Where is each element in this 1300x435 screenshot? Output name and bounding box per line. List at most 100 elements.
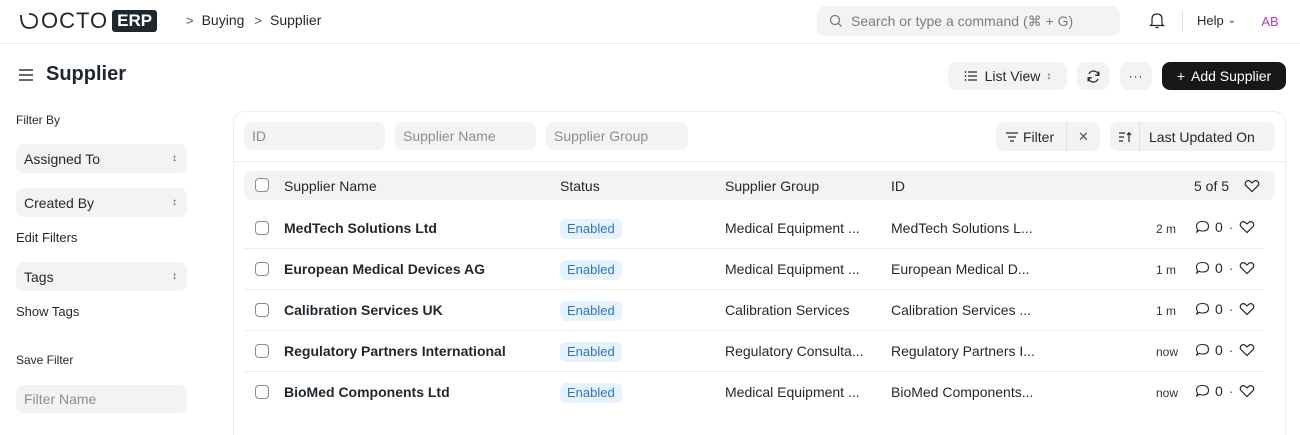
status-badge: Enabled [560, 260, 622, 280]
row-checkbox[interactable] [255, 385, 269, 399]
column-header-status: Status [560, 178, 600, 194]
avatar[interactable]: AB [1256, 8, 1284, 34]
notifications-button[interactable] [1149, 11, 1165, 32]
supplier-group-filter-input[interactable]: Supplier Group [546, 122, 688, 150]
row-checkbox[interactable] [255, 262, 269, 276]
sort-icon [1118, 131, 1131, 142]
more-actions-button[interactable]: ··· [1120, 62, 1152, 90]
result-count: 5 of 5 [1194, 178, 1230, 194]
heart-icon[interactable] [1239, 261, 1255, 275]
table-header: Supplier Name Status Supplier Group ID 5… [244, 171, 1275, 200]
row-checkbox[interactable] [255, 221, 269, 235]
modified-time: now [1156, 386, 1179, 400]
supplier-name[interactable]: MedTech Solutions Ltd [284, 220, 437, 236]
filter-name-input[interactable]: Filter Name [16, 385, 187, 413]
created-by-label: Created By [24, 194, 95, 211]
breadcrumb: > Buying > Supplier [186, 12, 331, 28]
refresh-icon [1087, 69, 1099, 83]
supplier-name[interactable]: Regulatory Partners International [284, 343, 506, 359]
clear-filter-icon[interactable]: ✕ [1067, 129, 1100, 145]
comment-icon [1195, 384, 1210, 398]
assigned-to-label: Assigned To [24, 150, 101, 167]
filter-by-label: Filter By [16, 113, 61, 127]
heart-icon[interactable] [1244, 179, 1260, 193]
comment-count-value: 0 [1215, 260, 1223, 276]
search-icon [829, 14, 842, 27]
filter-button[interactable]: Filter ✕ [996, 122, 1100, 151]
sidebar-toggle[interactable] [18, 68, 34, 85]
supplier-name[interactable]: Calibration Services UK [284, 302, 443, 318]
hamburger-icon [19, 69, 33, 81]
tags-select[interactable]: Tags ↕ [16, 262, 187, 291]
updown-icon: ↕ [172, 197, 177, 208]
created-by-select[interactable]: Created By ↕ [16, 188, 187, 217]
supplier-group: Medical Equipment ... [725, 220, 860, 236]
list-icon [964, 70, 978, 82]
app-logo[interactable]: OCTO ERP [18, 9, 158, 33]
breadcrumb-buying[interactable]: Buying [202, 12, 245, 28]
column-header-id: ID [891, 178, 905, 194]
table-row[interactable]: Regulatory Partners International Enabled… [244, 331, 1264, 372]
navbar-divider [1182, 10, 1183, 32]
logo-mark-icon [20, 13, 38, 29]
supplier-group: Medical Equipment ... [725, 384, 860, 400]
table-row[interactable]: Calibration Services UK Enabled Calibratio… [244, 290, 1264, 331]
updown-icon: ↕ [172, 153, 177, 164]
heart-icon[interactable] [1239, 384, 1255, 398]
assigned-to-select[interactable]: Assigned To ↕ [16, 144, 187, 173]
filter-label: Filter [1023, 128, 1055, 145]
separator-dot: · [1228, 219, 1234, 235]
modified-time: 1 m [1156, 304, 1177, 318]
logo-badge: ERP [112, 10, 158, 32]
search-bar[interactable]: Search or type a command (⌘ + G) [817, 6, 1120, 36]
edit-filters-link[interactable]: Edit Filters [16, 230, 77, 245]
show-tags-link[interactable]: Show Tags [16, 304, 79, 319]
modified-time: now [1156, 345, 1179, 359]
heart-icon[interactable] [1239, 302, 1255, 316]
sort-label: Last Updated On [1149, 128, 1255, 145]
breadcrumb-supplier[interactable]: Supplier [270, 12, 321, 28]
chevron-right-icon: > [254, 12, 262, 28]
add-supplier-button[interactable]: + Add Supplier [1162, 62, 1286, 90]
supplier-name[interactable]: European Medical Devices AG [284, 261, 485, 277]
row-checkbox[interactable] [255, 303, 269, 317]
navbar: OCTO ERP > Buying > Supplier Search or t… [0, 0, 1300, 44]
heart-icon[interactable] [1239, 220, 1255, 234]
record-id: Calibration Services ... [891, 302, 1032, 318]
comment-count[interactable]: 0 · [1195, 219, 1255, 235]
record-id: BioMed Components... [891, 384, 1034, 400]
select-all-checkbox[interactable] [255, 178, 269, 192]
supplier-name[interactable]: BioMed Components Ltd [284, 384, 450, 400]
column-header-group: Supplier Group [725, 178, 820, 194]
supplier-name-filter-input[interactable]: Supplier Name [395, 122, 536, 150]
table-row[interactable]: BioMed Components Ltd Enabled Medical Equi… [244, 372, 1264, 413]
chevron-right-icon: > [186, 12, 194, 28]
comment-count[interactable]: 0 · [1195, 301, 1255, 317]
comment-count[interactable]: 0 · [1195, 383, 1255, 399]
supplier-group: Regulatory Consulta... [725, 343, 864, 359]
table-row[interactable]: MedTech Solutions Ltd Enabled Medical Equi… [244, 208, 1264, 249]
record-id: MedTech Solutions L... [891, 220, 1033, 236]
sort-direction-toggle[interactable] [1110, 122, 1140, 151]
list-view-switcher[interactable]: List View ↕ [948, 62, 1067, 90]
comment-count-value: 0 [1215, 219, 1223, 235]
search-placeholder: Search or type a command (⌘ + G) [851, 12, 1074, 29]
bell-icon [1149, 13, 1165, 29]
help-dropdown[interactable]: Help ⌄ [1197, 13, 1236, 28]
comment-icon [1195, 261, 1210, 275]
tags-label: Tags [24, 268, 54, 285]
separator-dot: · [1228, 383, 1234, 399]
refresh-button[interactable] [1077, 62, 1109, 90]
comment-count[interactable]: 0 · [1195, 260, 1255, 276]
row-checkbox[interactable] [255, 344, 269, 358]
table-row[interactable]: European Medical Devices AG Enabled Medica… [244, 249, 1264, 290]
comment-count-value: 0 [1215, 342, 1223, 358]
comment-count[interactable]: 0 · [1195, 342, 1255, 358]
status-badge: Enabled [560, 383, 622, 403]
separator-dot: · [1228, 260, 1234, 276]
sort-button[interactable]: Last Updated On [1110, 122, 1275, 151]
id-filter-input[interactable]: ID [244, 122, 385, 150]
heart-icon[interactable] [1239, 343, 1255, 357]
filter-toggle[interactable]: Filter [996, 122, 1067, 151]
chevron-down-icon: ⌄ [1227, 15, 1237, 26]
